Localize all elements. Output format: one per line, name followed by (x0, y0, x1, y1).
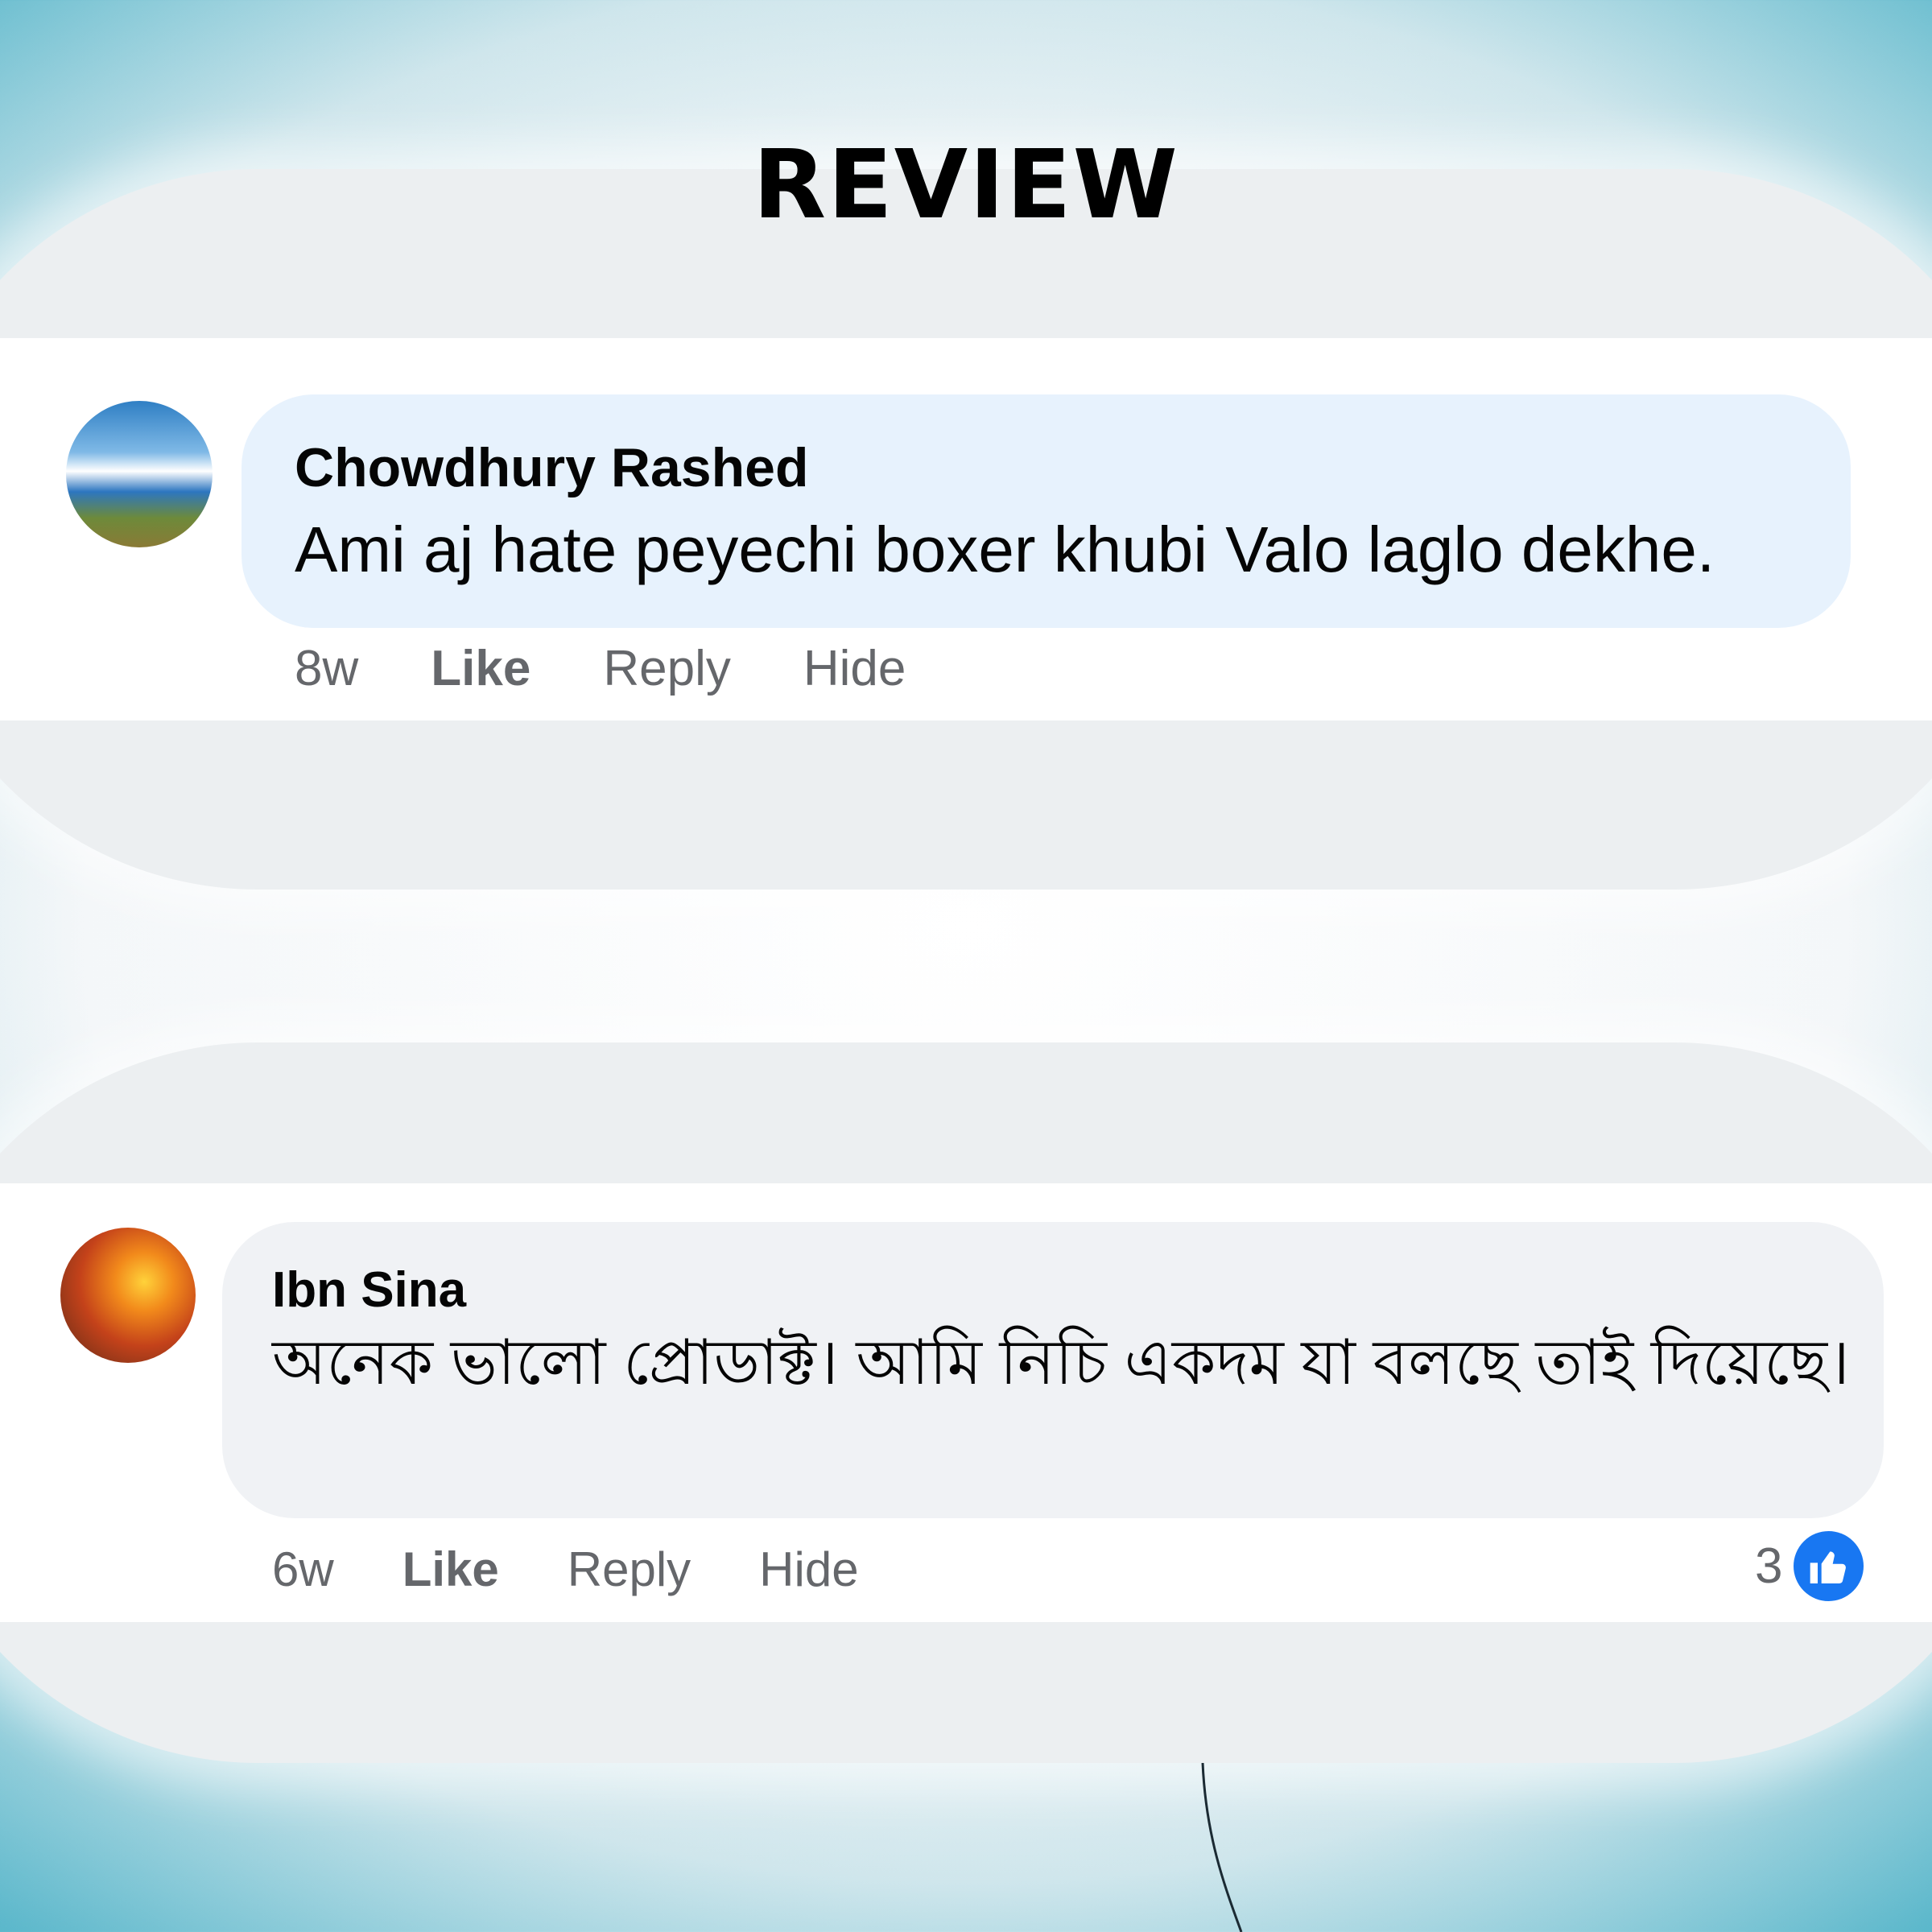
page-title: REVIEW (753, 129, 1179, 240)
avatar[interactable] (60, 1228, 196, 1363)
comment-author[interactable]: Ibn Sina (272, 1265, 466, 1315)
comment-timestamp[interactable]: 8w (295, 644, 358, 694)
comment-timestamp[interactable]: 6w (272, 1546, 334, 1594)
reaction-summary[interactable]: 3 (1755, 1528, 1868, 1604)
hide-button[interactable]: Hide (759, 1546, 858, 1594)
reply-button[interactable]: Reply (603, 644, 731, 694)
comment-author[interactable]: Chowdhury Rashed (295, 440, 809, 495)
decorative-line (1201, 1763, 1243, 1932)
avatar[interactable] (66, 401, 213, 547)
comment-text: Ami aj hate peyechi boxer khubi Valo lag… (295, 514, 1715, 585)
like-button[interactable]: Like (402, 1546, 499, 1594)
hide-button[interactable]: Hide (803, 644, 906, 694)
comment-actions: 8w Like Reply Hide (295, 644, 978, 694)
thumbs-up-icon (1790, 1528, 1868, 1604)
comment-actions: 6w Like Reply Hide (272, 1546, 927, 1594)
reply-button[interactable]: Reply (568, 1546, 691, 1594)
like-button[interactable]: Like (431, 644, 530, 694)
reaction-count: 3 (1755, 1538, 1783, 1594)
comment-text: অনেক ভালো প্রোডাক্ট। আমি নিচি একদম যা বল… (272, 1327, 1850, 1397)
